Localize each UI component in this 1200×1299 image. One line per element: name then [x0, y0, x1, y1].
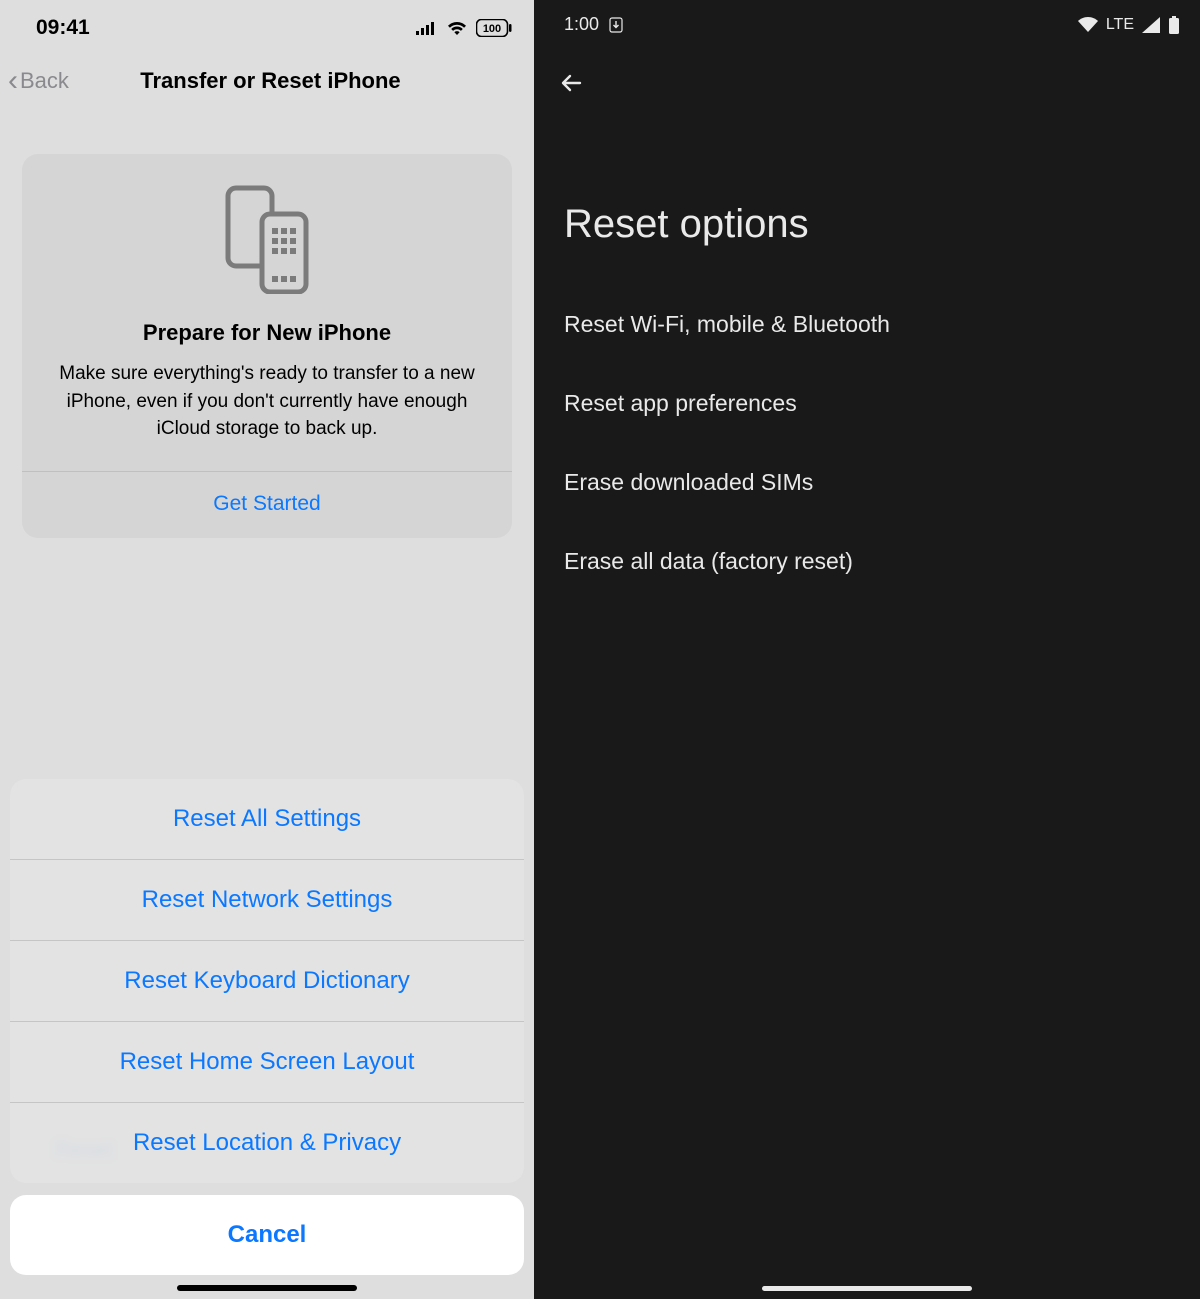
ios-status-right: 100: [416, 19, 512, 37]
download-icon: [609, 17, 623, 33]
svg-text:100: 100: [483, 23, 501, 35]
card-heading: Prepare for New iPhone: [40, 320, 494, 346]
android-pane: 1:00 LTE Re: [534, 0, 1200, 1299]
battery-icon: 100: [476, 19, 512, 37]
reset-keyboard-dictionary-option[interactable]: Reset Keyboard Dictionary: [10, 941, 524, 1022]
signal-icon: [1142, 17, 1160, 33]
reset-app-preferences-option[interactable]: Reset app preferences: [534, 364, 1200, 443]
reset-all-settings-option[interactable]: Reset All Settings: [10, 779, 524, 860]
ios-nav-bar: ‹ Back Transfer or Reset iPhone: [0, 46, 534, 124]
network-label: LTE: [1106, 16, 1134, 34]
action-sheet-options: Reset All Settings Reset Network Setting…: [10, 779, 524, 1183]
reset-location-privacy-option[interactable]: Reset Location & Privacy: [10, 1103, 524, 1183]
android-status-time: 1:00: [564, 14, 599, 35]
wifi-icon: [446, 20, 468, 36]
prepare-card: Prepare for New iPhone Make sure everyth…: [22, 154, 512, 538]
get-started-button[interactable]: Get Started: [40, 472, 494, 538]
back-arrow-icon[interactable]: [558, 84, 586, 101]
battery-icon: [1168, 16, 1180, 34]
android-home-indicator[interactable]: [762, 1286, 972, 1291]
android-page-title: Reset options: [534, 102, 1200, 285]
reset-home-screen-layout-option[interactable]: Reset Home Screen Layout: [10, 1022, 524, 1103]
erase-downloaded-sims-option[interactable]: Erase downloaded SIMs: [534, 443, 1200, 522]
android-status-bar: 1:00 LTE: [534, 0, 1200, 39]
reset-wifi-mobile-bluetooth-option[interactable]: Reset Wi-Fi, mobile & Bluetooth: [534, 285, 1200, 364]
ios-status-time: 09:41: [36, 16, 90, 40]
phones-icon: [40, 184, 494, 294]
erase-all-data-option[interactable]: Erase all data (factory reset): [534, 522, 1200, 601]
android-back-row: [534, 39, 1200, 102]
ios-home-indicator[interactable]: [177, 1285, 357, 1291]
cellular-icon: [416, 21, 438, 35]
ios-pane: 09:41 100 ‹ Back Transfer or Reset iPhon…: [0, 0, 534, 1299]
ios-status-bar: 09:41 100: [0, 0, 534, 46]
page-title: Transfer or Reset iPhone: [17, 68, 524, 94]
action-sheet: Reset All Settings Reset Network Setting…: [10, 779, 524, 1275]
wifi-icon: [1078, 17, 1098, 33]
cancel-button[interactable]: Cancel: [10, 1195, 524, 1275]
reset-network-settings-option[interactable]: Reset Network Settings: [10, 860, 524, 941]
card-body: Make sure everything's ready to transfer…: [40, 360, 494, 443]
